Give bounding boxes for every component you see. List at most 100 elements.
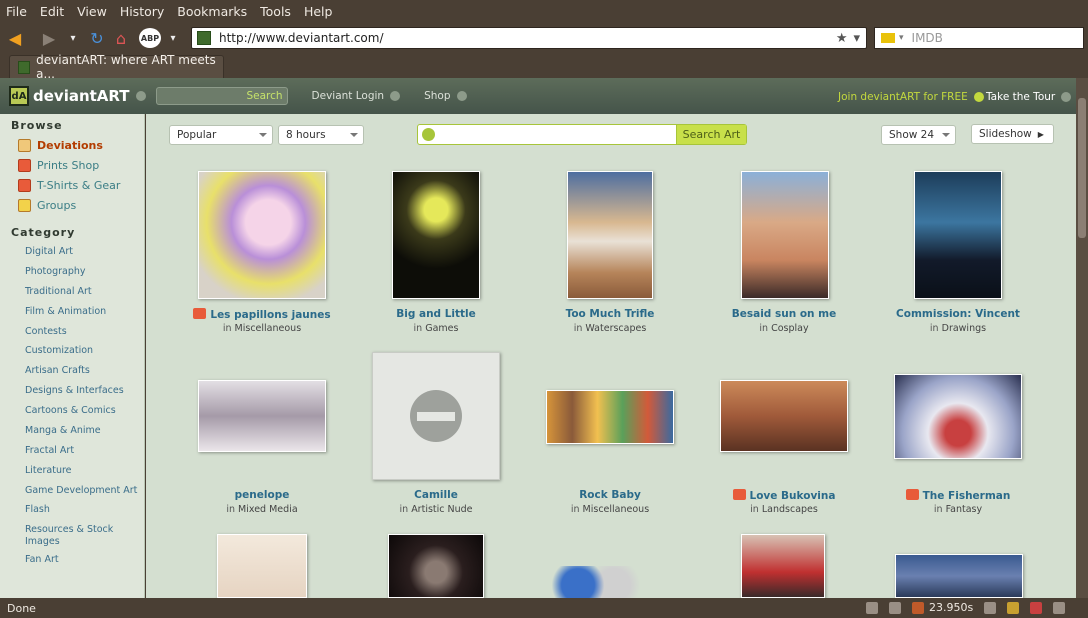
thumbnail-the-fisherman[interactable] (894, 374, 1022, 459)
url-dropdown-icon[interactable]: ▾ (853, 31, 860, 46)
sidebar-category-item[interactable]: Artisan Crafts (25, 365, 144, 377)
menu-help[interactable]: Help (304, 4, 333, 19)
thumbnail-les-papillons[interactable] (198, 171, 326, 299)
sidebar-category-item[interactable]: Game Development Art (25, 485, 144, 497)
sort-select[interactable]: Popular (169, 125, 273, 145)
deviation-category[interactable]: Fantasy (946, 504, 983, 515)
shop-dropdown-icon[interactable] (456, 91, 467, 101)
sidebar-category-item[interactable]: Film & Animation (25, 306, 144, 318)
mouse-status-icon[interactable] (984, 601, 997, 614)
scrollbar-thumb[interactable] (1078, 98, 1086, 238)
thumbnail-row3-sketch[interactable] (217, 534, 307, 598)
slideshow-button[interactable]: Slideshow ▶ (971, 124, 1054, 144)
sidebar-item-deviations[interactable]: Deviations (18, 139, 144, 152)
thumbnail-commission-vincent[interactable] (914, 171, 1002, 299)
sidebar-category-item[interactable]: Customization (25, 345, 144, 357)
adblock-dropdown-icon[interactable]: ▾ (161, 26, 185, 50)
bookmark-star-icon[interactable]: ★ (836, 31, 848, 46)
sidebar-category-item[interactable]: Literature (25, 465, 144, 477)
title-besaid-sun[interactable]: Besaid sun on me (699, 308, 869, 320)
thumbnail-too-much-trifle[interactable] (567, 171, 653, 299)
title-rock-baby[interactable]: Rock Baby (525, 489, 695, 501)
title-camille[interactable]: Camille (351, 489, 521, 501)
title-les-papillons[interactable]: Les papillons jaunes (177, 308, 347, 321)
deviation-category[interactable]: Games (425, 323, 458, 334)
sidebar-category-item[interactable]: Fractal Art (25, 445, 144, 457)
title-love-bukovina[interactable]: Love Bukovina (699, 489, 869, 502)
sync-status-icon[interactable] (889, 601, 901, 614)
header-search-input[interactable]: Search (155, 87, 288, 105)
sidebar-category-item[interactable]: Resources & Stock Images (25, 524, 130, 548)
title-big-and-little[interactable]: Big and Little (351, 308, 521, 320)
show-count-select[interactable]: Show 24 (881, 125, 956, 145)
thumbnail-camille[interactable] (372, 352, 500, 480)
sidebar-item-groups[interactable]: Groups (18, 199, 144, 212)
logo-dropdown-icon[interactable] (135, 91, 146, 101)
sidebar-category-item[interactable]: Traditional Art (25, 286, 144, 298)
search-art-button[interactable]: Search Art (676, 125, 746, 144)
sidebar-category-item[interactable]: Cartoons & Comics (25, 405, 144, 417)
thumbnail-rock-baby[interactable] (546, 390, 674, 444)
timer-icon[interactable] (912, 601, 924, 614)
tour-link[interactable]: Take the Tour (986, 91, 1072, 103)
deviation-category[interactable]: Artistic Nude (411, 504, 472, 515)
page-scrollbar[interactable] (1076, 78, 1088, 598)
sidebar-item-prints-shop[interactable]: Prints Shop (18, 159, 144, 172)
menu-view[interactable]: View (77, 4, 107, 19)
imdb-engine-icon[interactable] (881, 33, 895, 43)
deviation-category[interactable]: Waterscapes (585, 323, 646, 334)
alert-status-icon[interactable] (1030, 601, 1043, 614)
back-button[interactable]: ◀ (3, 26, 27, 50)
title-too-much-trifle[interactable]: Too Much Trifle (525, 308, 695, 320)
thumbnail-row3-foxes[interactable] (551, 566, 641, 598)
forward-button[interactable]: ▶ (37, 26, 61, 50)
thumbnail-penelope[interactable] (198, 380, 326, 452)
thumbnail-besaid-sun[interactable] (741, 171, 829, 299)
thumbnail-row3-portrait[interactable] (388, 534, 484, 598)
sidebar-category-item[interactable]: Contests (25, 326, 144, 338)
period-select[interactable]: 8 hours (278, 125, 364, 145)
deviation-category[interactable]: Mixed Media (238, 504, 298, 515)
menu-tools[interactable]: Tools (260, 4, 291, 19)
shop-bag-icon[interactable] (193, 308, 207, 319)
menu-edit[interactable]: Edit (40, 4, 64, 19)
thumbnail-big-and-little[interactable] (392, 171, 480, 299)
home-icon[interactable]: ⌂ (109, 26, 133, 50)
sidebar-category-item[interactable]: Manga & Anime (25, 425, 144, 437)
engine-dropdown-icon[interactable]: ▾ (899, 33, 904, 43)
adblock-icon[interactable]: ABP (139, 28, 161, 48)
deviation-category[interactable]: Cosplay (771, 323, 809, 334)
sidebar-category-item[interactable]: Digital Art (25, 246, 144, 258)
shop-link[interactable]: Shop (424, 90, 467, 102)
deviation-category[interactable]: Miscellaneous (235, 323, 302, 334)
header-search-button[interactable]: Search (246, 88, 286, 104)
site-logo[interactable]: dA deviantART (9, 86, 130, 106)
join-link[interactable]: Join deviantART for FREE (838, 91, 984, 103)
history-dropdown-icon[interactable]: ▾ (61, 26, 85, 50)
sidebar-category-item[interactable]: Photography (25, 266, 144, 278)
menu-bookmarks[interactable]: Bookmarks (177, 4, 247, 19)
title-commission-vincent[interactable]: Commission: Vincent (873, 308, 1043, 320)
deviation-category[interactable]: Miscellaneous (583, 504, 650, 515)
thumbnail-love-bukovina[interactable] (720, 380, 848, 452)
tab-deviantart[interactable]: deviantART: where ART meets a... (9, 53, 224, 81)
menu-file[interactable]: File (6, 4, 27, 19)
sidebar-item-tshirts[interactable]: T-Shirts & Gear (18, 179, 144, 192)
art-search-input[interactable]: Search Art (417, 124, 747, 145)
menu-history[interactable]: History (120, 4, 164, 19)
sidebar-category-item[interactable]: Designs & Interfaces (25, 385, 144, 397)
deviation-category[interactable]: Drawings (942, 323, 986, 334)
sidebar-category-item[interactable]: Fan Art (25, 554, 144, 566)
sidebar-category-item[interactable]: Flash (25, 504, 144, 516)
reload-icon[interactable]: ↻ (85, 26, 109, 50)
browser-search-field[interactable]: ▾ IMDB (874, 27, 1084, 49)
title-penelope[interactable]: penelope (177, 489, 347, 501)
title-the-fisherman[interactable]: The Fisherman (873, 489, 1043, 502)
deviant-login-link[interactable]: Deviant Login (312, 90, 401, 102)
login-dropdown-icon[interactable] (390, 91, 401, 101)
gear-status-icon[interactable] (1053, 601, 1066, 614)
thumbnail-row3-city[interactable] (895, 554, 1023, 598)
addon-status-icon[interactable] (866, 601, 878, 614)
url-bar[interactable]: http://www.deviantart.com/ ★ ▾ (191, 27, 867, 49)
deviation-category[interactable]: Landscapes (762, 504, 818, 515)
